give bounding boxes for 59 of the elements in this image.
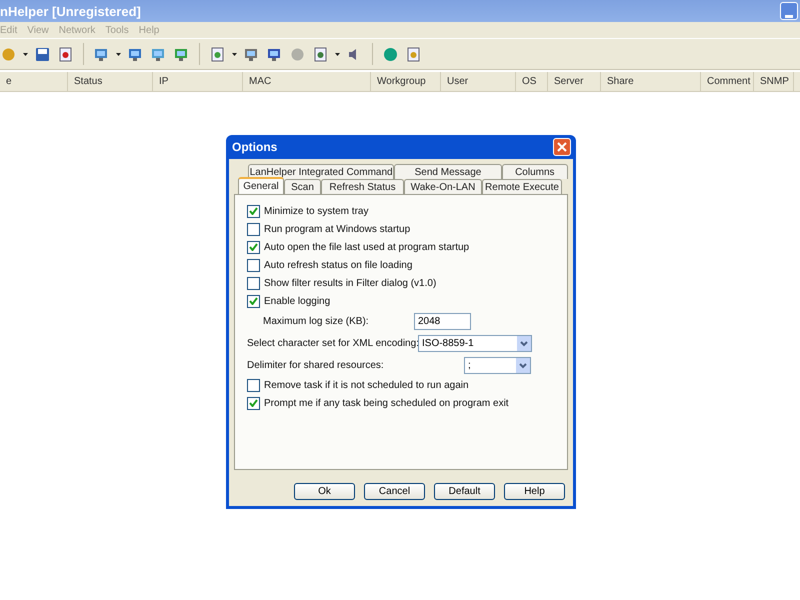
column-header[interactable]: Share <box>601 72 701 91</box>
save-icon[interactable] <box>34 46 51 62</box>
tab[interactable]: Remote Execute <box>482 179 562 194</box>
dialog-button[interactable]: Default <box>434 483 495 500</box>
tab[interactable]: LanHelper Integrated Command <box>248 164 394 179</box>
dialog-button[interactable]: Ok <box>294 483 355 500</box>
column-header[interactable]: User <box>441 72 516 91</box>
checkbox[interactable] <box>247 204 260 218</box>
close-icon <box>557 142 567 152</box>
column-header[interactable]: MAC <box>243 72 371 91</box>
tab[interactable]: General <box>238 177 284 194</box>
checkbox-label: Remove task if it is not scheduled to run again <box>264 380 469 390</box>
column-header[interactable]: Server <box>548 72 601 91</box>
window-title: nHelper [Unregistered] <box>0 4 141 18</box>
checkbox-label: Minimize to system tray <box>264 206 368 216</box>
checkbox-label: Enable logging <box>264 296 330 306</box>
dialog-button[interactable]: Cancel <box>364 483 425 500</box>
document-icon[interactable] <box>312 46 329 62</box>
column-header[interactable]: Workgroup <box>371 72 441 91</box>
tab[interactable]: Refresh Status <box>321 179 404 194</box>
checkbox[interactable] <box>247 240 260 254</box>
checkbox[interactable] <box>247 276 260 290</box>
minimize-button[interactable] <box>780 2 798 20</box>
tab[interactable]: Scan <box>284 179 321 194</box>
checkbox-label: Prompt me if any task being scheduled on program exit <box>264 398 509 408</box>
close-button[interactable] <box>553 138 571 156</box>
dialog-button[interactable]: Help <box>504 483 565 500</box>
checkbox-label: Auto open the file last used at program startup <box>264 242 470 252</box>
dropdown-caret-icon[interactable] <box>23 52 28 56</box>
column-header[interactable]: e <box>0 72 68 91</box>
checkbox-label: Auto refresh status on file loading <box>264 260 412 270</box>
dropdown[interactable]: ISO-8859-1 <box>418 334 532 352</box>
document-icon[interactable] <box>405 46 422 62</box>
checkbox[interactable] <box>247 396 260 410</box>
checkbox[interactable] <box>247 294 260 308</box>
checkbox[interactable] <box>247 258 260 272</box>
checkbox-label: Show filter results in Filter dialog (v1.0) <box>264 278 436 288</box>
tab[interactable]: Send Message <box>394 164 502 179</box>
column-header[interactable]: IP <box>153 72 243 91</box>
dropdown-caret-icon[interactable] <box>335 52 340 56</box>
tab[interactable]: Columns <box>502 164 568 179</box>
column-header[interactable]: Comment <box>701 72 754 91</box>
column-header[interactable]: OS <box>516 72 548 91</box>
dropdown[interactable]: ; <box>464 356 531 374</box>
document-icon[interactable] <box>57 46 74 62</box>
dialog-title: Options <box>232 140 278 154</box>
checkbox[interactable] <box>247 222 260 236</box>
input-field[interactable]: 2048 <box>414 312 471 330</box>
dropdown-caret-icon[interactable] <box>116 52 121 56</box>
document-icon[interactable] <box>209 46 226 62</box>
column-header[interactable]: Status <box>68 72 153 91</box>
field-label: Maximum log size (KB): <box>263 316 370 326</box>
column-header[interactable]: SNMP <box>754 72 794 91</box>
minimize-icon <box>785 14 793 19</box>
checkbox-label: Run program at Windows startup <box>264 224 410 234</box>
field-label: Delimiter for shared resources: <box>247 360 385 370</box>
checkbox[interactable] <box>247 378 260 392</box>
dropdown-caret-icon[interactable] <box>232 52 237 56</box>
tab[interactable]: Wake-On-LAN <box>404 179 482 194</box>
